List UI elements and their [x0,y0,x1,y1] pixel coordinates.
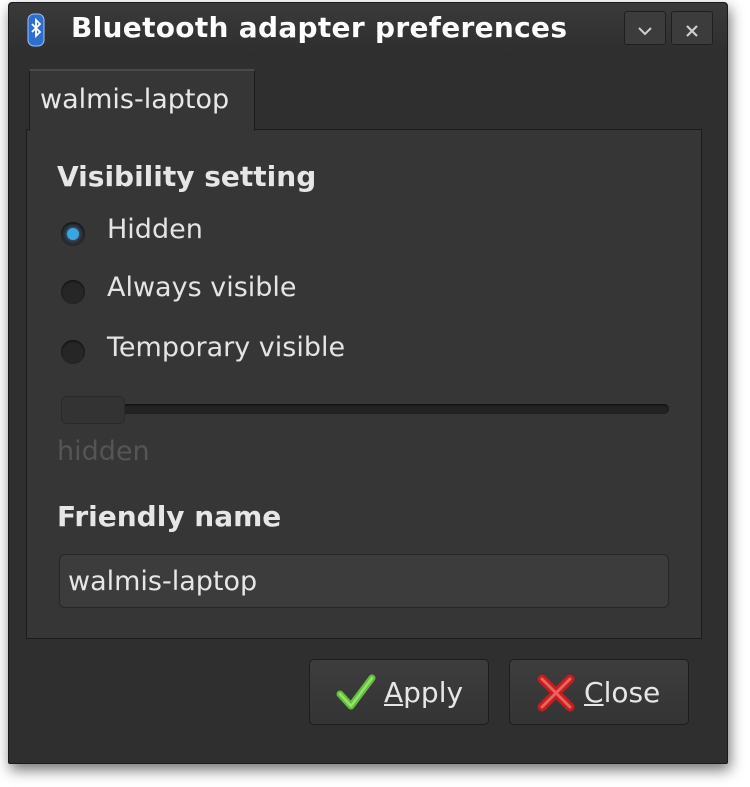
friendly-name-heading: Friendly name [57,500,282,533]
check-icon [336,674,376,712]
apply-button[interactable]: Apply [309,659,489,725]
timeout-value: hidden [57,436,150,467]
red-x-icon [536,674,576,712]
friendly-name-input[interactable] [59,554,669,608]
radio-label: Hidden [107,214,203,245]
radio-label: Always visible [107,272,297,303]
close-label: Close [584,676,661,709]
apply-label: Apply [384,676,464,709]
timeout-slider-handle[interactable] [61,396,125,424]
close-button[interactable]: Close [509,659,689,725]
title-bar[interactable]: Bluetooth adapter preferences [9,3,727,55]
tab-label: walmis-laptop [40,84,230,115]
radio-button[interactable] [61,280,85,304]
tab-walmis-laptop[interactable]: walmis-laptop [29,69,255,131]
window-close-button[interactable] [671,11,713,45]
adapter-panel: Visibility setting Hidden Always visible… [26,129,702,639]
visibility-heading: Visibility setting [57,160,317,193]
radio-button[interactable] [61,340,85,364]
window-title: Bluetooth adapter preferences [71,11,568,44]
close-icon [685,17,699,41]
timeout-slider-track [61,404,669,414]
minimize-button[interactable] [624,11,666,45]
chevron-down-icon [637,17,653,41]
bluetooth-icon [27,13,45,47]
radio-button[interactable] [61,222,85,246]
radio-label: Temporary visible [107,332,346,363]
preferences-window: Bluetooth adapter preferences walmis-lap… [8,2,728,764]
